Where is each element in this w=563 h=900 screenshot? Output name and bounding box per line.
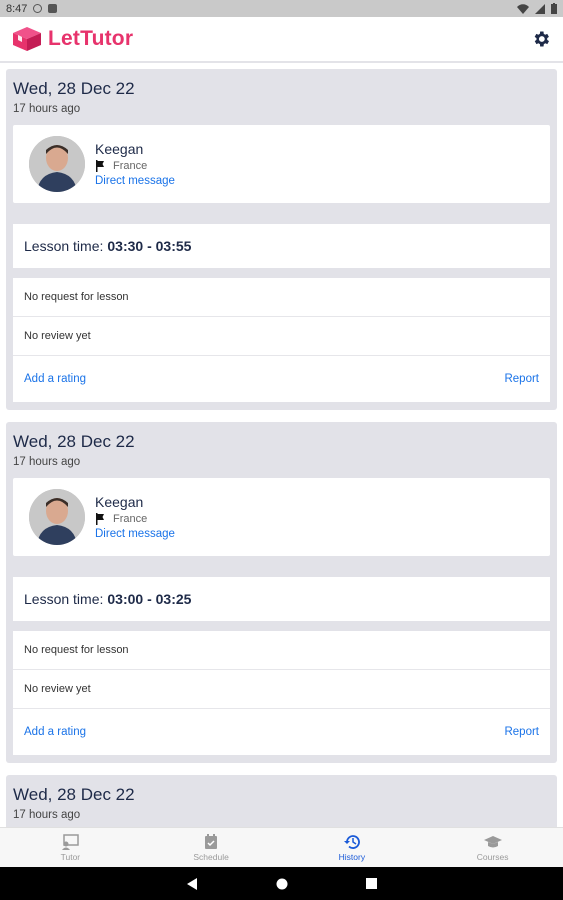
tutor-avatar[interactable] — [29, 136, 85, 192]
avatar-image — [29, 136, 85, 192]
status-time: 8:47 — [6, 2, 28, 15]
app-title: LetTutor — [48, 27, 134, 50]
lesson-time-value: 03:00 - 03:25 — [107, 591, 192, 607]
history-icon — [343, 835, 360, 849]
logo-cube-icon — [13, 27, 41, 51]
tutor-info-box: Keegan France Direct message — [13, 125, 550, 203]
app-logo: LetTutor — [12, 26, 133, 52]
tutor-avatar[interactable] — [29, 489, 85, 545]
session-card: Wed, 28 Dec 22 17 hours ago Keegan Franc… — [6, 422, 557, 763]
nav-label-tutor: Tutor — [60, 852, 81, 862]
nav-label-courses: Courses — [476, 852, 509, 862]
bottom-navigation: Tutor Schedule History Courses — [0, 827, 563, 868]
report-link[interactable]: Report — [504, 726, 539, 738]
lesson-review-row: No review yet — [13, 317, 550, 356]
report-link[interactable]: Report — [504, 373, 539, 385]
tutor-country: France — [95, 513, 175, 525]
tutor-name[interactable]: Keegan — [95, 141, 175, 157]
session-date: Wed, 28 Dec 22 — [13, 432, 135, 451]
direct-message-link[interactable]: Direct message — [95, 528, 175, 540]
nav-label-schedule: Schedule — [193, 852, 229, 862]
lesson-time-label: Lesson time: — [24, 591, 104, 607]
sync-icon — [33, 4, 43, 13]
lesson-actions: Add a rating Report — [13, 356, 550, 402]
lesson-actions: Add a rating Report — [13, 709, 550, 755]
nav-label-history: History — [338, 852, 366, 862]
avatar-image — [29, 489, 85, 545]
home-icon[interactable] — [276, 878, 288, 890]
app-bar: LetTutor — [0, 17, 563, 63]
tutor-icon — [62, 834, 80, 850]
history-list[interactable]: Wed, 28 Dec 22 17 hours ago Keegan Franc… — [0, 63, 563, 827]
add-rating-link[interactable]: Add a rating — [24, 726, 86, 738]
sd-card-icon — [48, 4, 58, 13]
session-card: Wed, 28 Dec 22 17 hours ago Keegan Franc… — [6, 69, 557, 410]
graduation-cap-icon — [483, 836, 502, 848]
back-icon[interactable] — [186, 877, 198, 890]
tutor-info-box: Keegan France Direct message — [13, 478, 550, 556]
tutor-country-name: France — [113, 513, 148, 525]
direct-message-link[interactable]: Direct message — [95, 175, 175, 187]
lesson-request-row: No request for lesson — [13, 631, 550, 670]
lesson-time-label: Lesson time: — [24, 238, 104, 254]
tutor-country: France — [95, 160, 175, 172]
lesson-details: No request for lesson No review yet Add … — [13, 631, 550, 755]
add-rating-link[interactable]: Add a rating — [24, 373, 86, 385]
session-relative-time: 17 hours ago — [13, 809, 81, 821]
session-relative-time: 17 hours ago — [13, 456, 81, 468]
tutor-country-name: France — [113, 160, 148, 172]
session-date: Wed, 28 Dec 22 — [13, 785, 135, 804]
settings-gear-icon[interactable] — [531, 29, 551, 49]
system-navigation-bar — [0, 867, 563, 900]
nav-tab-schedule[interactable]: Schedule — [141, 828, 282, 868]
lesson-review-row: No review yet — [13, 670, 550, 709]
recents-icon[interactable] — [366, 878, 377, 889]
session-relative-time: 17 hours ago — [13, 103, 81, 115]
signal-icon — [535, 3, 545, 14]
lesson-time-box: Lesson time: 03:30 - 03:55 — [13, 224, 550, 268]
calendar-icon — [205, 834, 218, 849]
flag-icon — [96, 513, 104, 525]
nav-tab-history[interactable]: History — [282, 828, 423, 868]
lesson-request-row: No request for lesson — [13, 278, 550, 317]
nav-tab-courses[interactable]: Courses — [422, 828, 563, 868]
nav-tab-tutor[interactable]: Tutor — [0, 828, 141, 868]
status-bar: 8:47 — [0, 0, 563, 17]
flag-icon — [96, 160, 104, 172]
lesson-details: No request for lesson No review yet Add … — [13, 278, 550, 402]
lesson-time-value: 03:30 - 03:55 — [107, 238, 192, 254]
session-date: Wed, 28 Dec 22 — [13, 79, 135, 98]
lesson-time-box: Lesson time: 03:00 - 03:25 — [13, 577, 550, 621]
tutor-name[interactable]: Keegan — [95, 494, 175, 510]
wifi-icon — [517, 3, 529, 14]
battery-icon — [551, 3, 557, 14]
session-card: Wed, 28 Dec 22 17 hours ago — [6, 775, 557, 827]
